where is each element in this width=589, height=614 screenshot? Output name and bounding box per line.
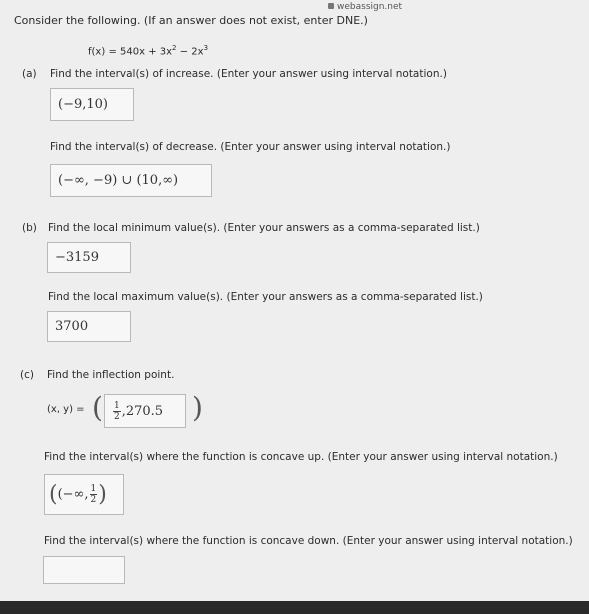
part-b-question-max: Find the local maximum value(s). (Enter … — [48, 291, 483, 303]
open-paren: ( — [49, 482, 58, 507]
concave-down-answer-field[interactable] — [43, 556, 125, 584]
part-b-label: (b) — [22, 222, 37, 234]
concave-up-fraction: 1 2 — [89, 484, 98, 505]
decrease-answer-field[interactable]: (−∞, −9) ∪ (10,∞) — [50, 164, 212, 197]
part-a-question-decrease: Find the interval(s) of decrease. (Enter… — [50, 141, 451, 153]
lock-icon — [328, 3, 334, 9]
increase-answer-field[interactable]: (−9,10) — [50, 88, 134, 121]
part-c-question-concave-up: Find the interval(s) where the function … — [44, 451, 558, 463]
function-definition: f(x) = 540x + 3x2 − 2x3 — [88, 44, 209, 58]
local-min-answer-field[interactable]: −3159 — [47, 242, 131, 273]
part-c-question-concave-down: Find the interval(s) where the function … — [44, 535, 573, 547]
right-paren: ) — [192, 391, 203, 424]
bottom-bar — [0, 601, 589, 614]
left-paren: ( — [92, 391, 103, 424]
close-paren: ) — [98, 482, 107, 507]
url-text: webassign.net — [328, 2, 402, 12]
part-c-question-inflection: Find the inflection point. — [47, 369, 175, 381]
inflection-x-fraction: 1 2 — [113, 400, 121, 422]
part-a-question-increase: Find the interval(s) of increase. (Enter… — [50, 68, 447, 80]
part-a-label: (a) — [22, 68, 37, 80]
local-max-answer-field[interactable]: 3700 — [47, 311, 131, 342]
part-c-label: (c) — [20, 369, 34, 381]
intro-text: Consider the following. (If an answer do… — [14, 14, 368, 27]
part-b-question-min: Find the local minimum value(s). (Enter … — [48, 222, 480, 234]
concave-up-neg-infinity: (−∞, — [57, 487, 89, 502]
inflection-point-answer-field[interactable]: 1 2 ,270.5 — [104, 394, 186, 428]
browser-bar: webassign.net — [0, 0, 589, 14]
xy-label: (x, y) = — [47, 404, 85, 415]
inflection-y-value: ,270.5 — [121, 403, 164, 419]
concave-up-answer-field[interactable]: ( (−∞, 1 2 ) — [44, 474, 124, 515]
